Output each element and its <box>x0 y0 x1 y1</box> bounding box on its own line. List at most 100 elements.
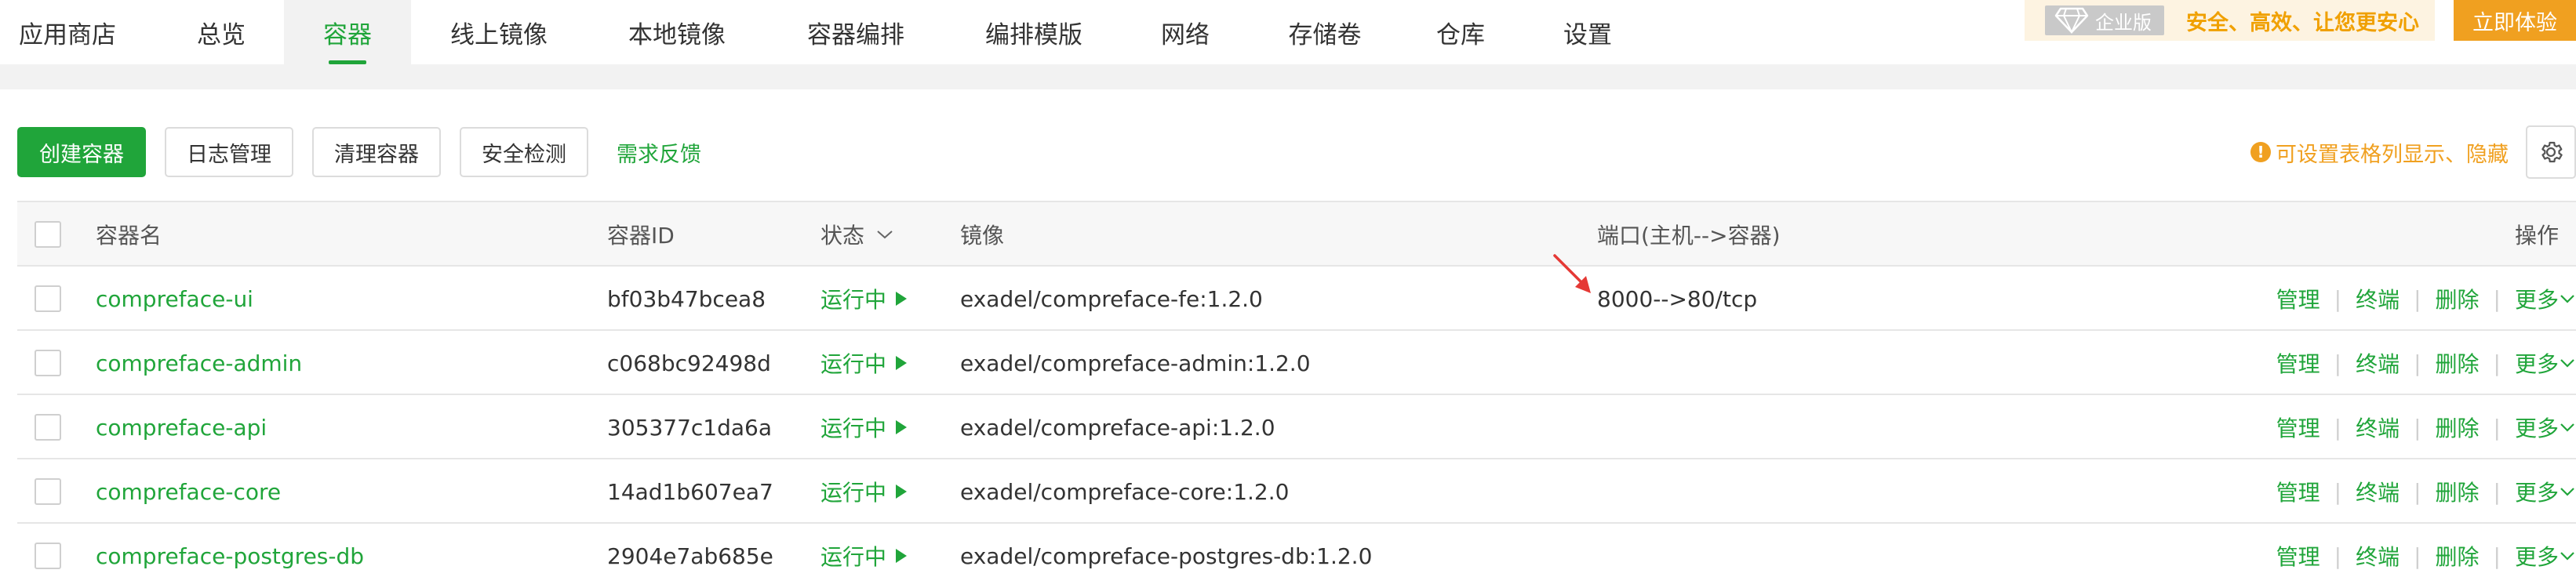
delete-link[interactable]: 删除 <box>2436 347 2480 379</box>
column-config-tip[interactable]: ! 可设置表格列显示、隐藏 <box>2250 127 2509 177</box>
promo-text: 安全、高效、让您更安心 <box>2186 10 2419 35</box>
container-image: exadel/compreface-fe:1.2.0 <box>960 285 1263 312</box>
terminal-link[interactable]: 终端 <box>2356 412 2400 443</box>
delete-link[interactable]: 删除 <box>2436 540 2480 572</box>
container-id: 305377c1da6a <box>607 414 772 441</box>
row-actions: 管理 | 终端 | 删除 | 更多 <box>2276 395 2576 459</box>
more-label: 更多 <box>2514 480 2559 506</box>
header-ports: 端口(主机-->容器) <box>1597 223 1781 249</box>
manage-link[interactable]: 管理 <box>2276 476 2320 507</box>
container-name-link[interactable]: compreface-api <box>96 395 267 459</box>
chevron-down-icon <box>2560 552 2574 561</box>
manage-link[interactable]: 管理 <box>2276 412 2320 443</box>
row-checkbox[interactable] <box>35 543 61 569</box>
tab-network[interactable]: 网络 <box>1150 0 1221 64</box>
chevron-down-icon <box>2560 359 2574 368</box>
divider: | <box>2334 478 2342 505</box>
table-row: compreface-postgres-db 2904e7ab685e 运行中 … <box>17 522 2576 588</box>
status-toggle[interactable]: 运行中 <box>820 331 908 395</box>
more-dropdown[interactable]: 更多 <box>2515 283 2576 314</box>
enterprise-badge[interactable]: 企业版 <box>2045 5 2164 35</box>
container-name-link[interactable]: compreface-admin <box>96 331 302 395</box>
table-settings-button[interactable] <box>2526 125 2576 179</box>
row-actions: 管理 | 终端 | 删除 | 更多 <box>2276 331 2576 395</box>
container-image: exadel/compreface-postgres-db:1.2.0 <box>960 543 1373 569</box>
log-management-button[interactable]: 日志管理 <box>165 127 293 177</box>
security-check-button[interactable]: 安全检测 <box>460 127 588 177</box>
more-dropdown[interactable]: 更多 <box>2515 412 2576 443</box>
header-status-label: 状态 <box>820 223 865 249</box>
divider: | <box>2334 350 2342 376</box>
tab-orchestration[interactable]: 容器编排 <box>784 0 927 64</box>
table-row: compreface-ui bf03b47bcea8 运行中 exadel/co… <box>17 265 2576 331</box>
table-header: 容器名 容器ID 状态 镜像 端口(主机-->容器) 操作 <box>17 201 2576 267</box>
feedback-link[interactable]: 需求反馈 <box>617 127 701 177</box>
tab-templates[interactable]: 编排模版 <box>968 0 1100 64</box>
tab-volumes[interactable]: 存储卷 <box>1275 0 1374 64</box>
header-name: 容器名 <box>96 223 162 249</box>
manage-link[interactable]: 管理 <box>2276 347 2320 379</box>
more-dropdown[interactable]: 更多 <box>2515 540 2576 572</box>
chevron-down-icon <box>2560 488 2574 496</box>
try-now-button[interactable]: 立即体验 <box>2454 0 2576 41</box>
row-checkbox[interactable] <box>35 478 61 505</box>
divider: | <box>2493 478 2501 505</box>
tab-overview[interactable]: 总览 <box>174 0 268 64</box>
row-checkbox[interactable] <box>35 350 61 376</box>
exclamation-icon: ! <box>2250 142 2271 162</box>
status-label: 运行中 <box>820 287 887 313</box>
divider: | <box>2334 285 2342 312</box>
status-label: 运行中 <box>820 416 887 441</box>
manage-link[interactable]: 管理 <box>2276 283 2320 314</box>
manage-link[interactable]: 管理 <box>2276 540 2320 572</box>
header-status[interactable]: 状态 <box>820 202 894 267</box>
terminal-link[interactable]: 终端 <box>2356 540 2400 572</box>
delete-link[interactable]: 删除 <box>2436 412 2480 443</box>
table-row: compreface-api 305377c1da6a 运行中 exadel/c… <box>17 394 2576 459</box>
container-name-link[interactable]: compreface-postgres-db <box>96 524 364 588</box>
play-icon <box>896 420 908 434</box>
create-container-button[interactable]: 创建容器 <box>17 127 146 177</box>
terminal-link[interactable]: 终端 <box>2356 476 2400 507</box>
play-icon <box>896 356 908 370</box>
top-nav: 应用商店 总览 容器 线上镜像 本地镜像 容器编排 编排模版 网络 存储卷 仓库… <box>0 0 2576 64</box>
container-id: bf03b47bcea8 <box>607 285 766 312</box>
terminal-link[interactable]: 终端 <box>2356 347 2400 379</box>
chevron-down-icon <box>877 230 893 239</box>
more-dropdown[interactable]: 更多 <box>2515 476 2576 507</box>
more-label: 更多 <box>2514 351 2559 377</box>
status-toggle[interactable]: 运行中 <box>820 395 908 459</box>
container-name-link[interactable]: compreface-core <box>96 459 281 524</box>
row-checkbox[interactable] <box>35 285 61 312</box>
enterprise-badge-label: 企业版 <box>2095 11 2152 34</box>
row-actions: 管理 | 终端 | 删除 | 更多 <box>2276 267 2576 331</box>
tab-local-images[interactable]: 本地镜像 <box>610 0 744 64</box>
table-row: compreface-admin c068bc92498d 运行中 exadel… <box>17 329 2576 395</box>
nav-separator-band <box>0 64 2576 89</box>
more-dropdown[interactable]: 更多 <box>2515 347 2576 379</box>
more-label: 更多 <box>2514 287 2559 313</box>
row-actions: 管理 | 终端 | 删除 | 更多 <box>2276 524 2576 588</box>
clean-containers-button[interactable]: 清理容器 <box>312 127 441 177</box>
status-toggle[interactable]: 运行中 <box>820 524 908 588</box>
divider: | <box>2493 414 2501 441</box>
diamond-icon <box>2054 7 2089 34</box>
tab-settings[interactable]: 设置 <box>1552 0 1624 64</box>
terminal-link[interactable]: 终端 <box>2356 283 2400 314</box>
delete-link[interactable]: 删除 <box>2436 283 2480 314</box>
table-row: compreface-core 14ad1b607ea7 运行中 exadel/… <box>17 458 2576 524</box>
status-toggle[interactable]: 运行中 <box>820 267 908 331</box>
delete-link[interactable]: 删除 <box>2436 476 2480 507</box>
row-checkbox[interactable] <box>35 414 61 441</box>
container-name-link[interactable]: compreface-ui <box>96 267 253 331</box>
tab-app-store[interactable]: 应用商店 <box>0 0 141 64</box>
tab-containers[interactable]: 容器 <box>284 0 411 64</box>
tab-online-images[interactable]: 线上镜像 <box>436 0 562 64</box>
status-toggle[interactable]: 运行中 <box>820 459 908 524</box>
select-all-checkbox[interactable] <box>35 221 61 248</box>
gear-icon <box>2541 141 2563 163</box>
header-id: 容器ID <box>607 223 675 249</box>
tab-registry[interactable]: 仓库 <box>1424 0 1497 64</box>
divider: | <box>2414 414 2421 441</box>
status-label: 运行中 <box>820 351 887 377</box>
